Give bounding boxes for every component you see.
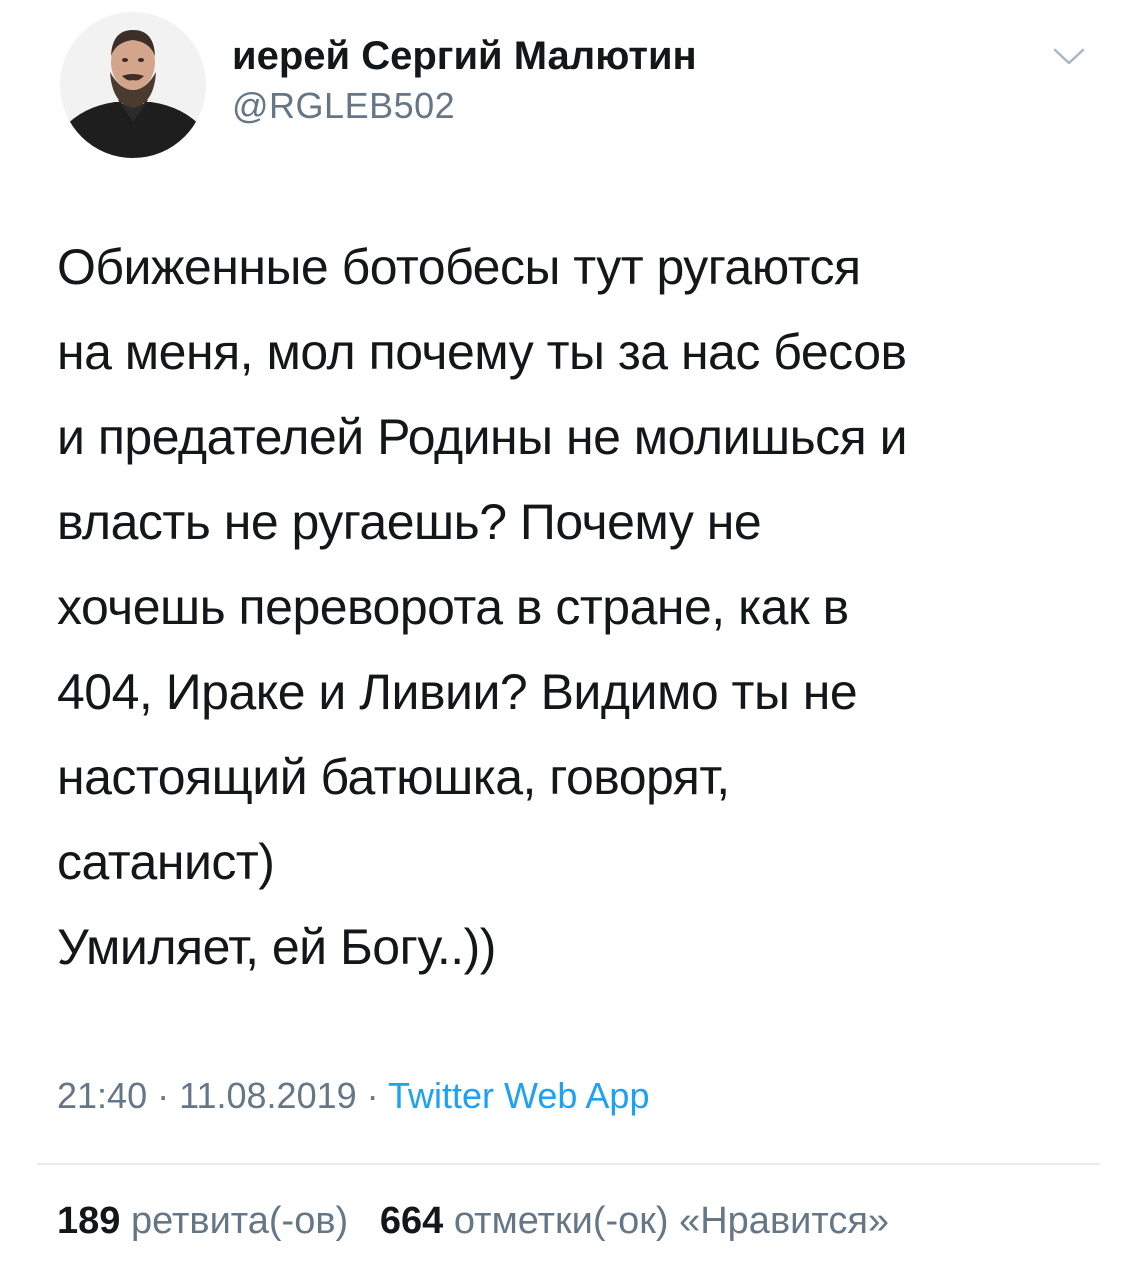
tweet-time[interactable]: 21:40 (57, 1075, 147, 1116)
tweet-text-line: и предателей Родины не молишься и (57, 409, 908, 465)
retweets-stat[interactable]: 189 ретвита(-ов) (57, 1200, 348, 1242)
divider (37, 1163, 1100, 1165)
tweet-text-line: настоящий батюшка, говорят, (57, 749, 730, 805)
tweet-text: Обиженные ботобесы тут ругаются на меня,… (57, 225, 1107, 990)
retweets-count: 189 (57, 1200, 121, 1242)
tweet-text-line: Обиженные ботобесы тут ругаются (57, 239, 861, 295)
likes-count: 664 (379, 1200, 444, 1242)
tweet-source-link[interactable]: Twitter Web App (388, 1075, 649, 1116)
author-name[interactable]: иерей Сергий Малютин (232, 34, 697, 79)
tweet-card: иерей Сергий Малютин @RGLEB502 Обиженные… (0, 0, 1137, 1280)
tweet-meta: 21:40 · 11.08.2019 · Twitter Web App (57, 1075, 649, 1117)
tweet-text-line: на меня, мол почему ты за нас бесов (57, 324, 907, 380)
tweet-text-line: власть не ругаешь? Почему не (57, 494, 762, 550)
avatar[interactable] (60, 12, 206, 158)
tweet-text-line: сатанист) (57, 834, 275, 890)
tweet-text-line: Умиляет, ей Богу..)) (57, 919, 496, 975)
chevron-down-icon[interactable] (1052, 42, 1086, 70)
likes-label: отметки(-ок) «Нравится» (453, 1200, 890, 1242)
tweet-text-line: хочешь переворота в стране, как в (57, 579, 849, 635)
tweet-date[interactable]: 11.08.2019 (179, 1075, 357, 1116)
meta-separator: · (157, 1075, 170, 1116)
meta-separator: · (366, 1075, 379, 1116)
tweet-stats: 189 ретвита(-ов) 664 отметки(-ок) «Нрави… (57, 1200, 889, 1243)
author-handle[interactable]: @RGLEB502 (232, 85, 455, 127)
retweets-label: ретвита(-ов) (130, 1200, 349, 1242)
tweet-text-line: 404, Ираке и Ливии? Видимо ты не (57, 664, 858, 720)
likes-stat[interactable]: 664 отметки(-ок) «Нравится» (380, 1200, 889, 1242)
avatar-photo-icon (60, 12, 206, 158)
